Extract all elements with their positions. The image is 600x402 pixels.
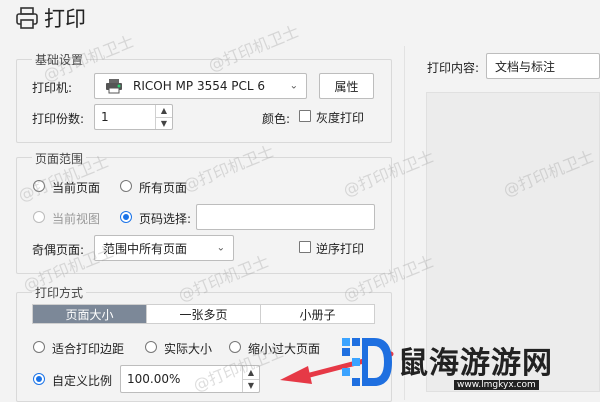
odd-even-value: 范围中所有页面 bbox=[103, 241, 188, 256]
current-page-label: 当前页面 bbox=[52, 181, 101, 195]
scale-up-icon[interactable]: ▲ bbox=[243, 366, 259, 379]
printer-device-icon bbox=[106, 79, 122, 94]
printer-icon bbox=[16, 7, 38, 29]
basic-settings-group bbox=[16, 59, 392, 143]
grayscale-checkbox[interactable] bbox=[299, 110, 311, 122]
custom-scale-label: 自定义比例 bbox=[52, 374, 113, 388]
copies-value: 1 bbox=[101, 110, 109, 124]
site-logo: 鼠海游游网 www.lmgkyx.com bbox=[340, 332, 600, 400]
copies-stepper[interactable]: 1 ▲ ▼ bbox=[94, 104, 173, 130]
copies-spin[interactable]: ▲ ▼ bbox=[155, 105, 172, 129]
odd-even-label: 奇偶页面: bbox=[32, 243, 85, 257]
odd-even-select[interactable]: 范围中所有页面 ⌄ bbox=[94, 235, 234, 261]
print-content-label: 打印内容: bbox=[427, 61, 480, 75]
all-pages-label: 所有页面 bbox=[139, 181, 188, 195]
logo-mark-icon bbox=[342, 338, 392, 386]
logo-url: www.lmgkyx.com bbox=[454, 380, 539, 390]
chevron-down-icon: ⌄ bbox=[289, 80, 298, 92]
all-pages-radio[interactable] bbox=[120, 180, 132, 192]
copies-down-icon[interactable]: ▼ bbox=[156, 116, 172, 130]
scale-stepper[interactable]: 100.00% ▲ ▼ bbox=[120, 365, 260, 393]
page-select-input[interactable] bbox=[196, 204, 375, 230]
current-view-label: 当前视图 bbox=[52, 212, 101, 226]
page-select-label: 页码选择: bbox=[139, 212, 192, 226]
copies-label: 打印份数: bbox=[32, 112, 85, 126]
current-view-radio[interactable] bbox=[33, 211, 45, 223]
print-mode-tabs: 页面大小 一张多页 小册子 bbox=[32, 304, 375, 324]
scale-down-icon[interactable]: ▼ bbox=[243, 378, 259, 393]
printer-select[interactable]: RICOH MP 3554 PCL 6 ⌄ bbox=[94, 73, 307, 99]
scale-value: 100.00% bbox=[127, 372, 181, 386]
print-content-select[interactable]: 文档与标注 bbox=[486, 53, 600, 79]
grayscale-label: 灰度打印 bbox=[316, 111, 365, 125]
current-page-radio[interactable] bbox=[33, 180, 45, 192]
printer-name: RICOH MP 3554 PCL 6 bbox=[133, 79, 266, 93]
logo-text: 鼠海游游网 bbox=[398, 346, 553, 381]
custom-scale-radio[interactable] bbox=[33, 373, 45, 385]
shrink-large-radio[interactable] bbox=[229, 341, 241, 353]
reverse-label: 逆序打印 bbox=[316, 242, 365, 256]
window-title: 打印 bbox=[44, 7, 86, 31]
tab-booklet[interactable]: 小册子 bbox=[260, 305, 374, 323]
scale-spin[interactable]: ▲ ▼ bbox=[242, 366, 259, 392]
copies-up-icon[interactable]: ▲ bbox=[156, 105, 172, 117]
basic-settings-legend: 基础设置 bbox=[32, 51, 87, 68]
actual-size-label: 实际大小 bbox=[164, 342, 213, 356]
printer-label: 打印机: bbox=[32, 81, 73, 95]
print-mode-legend: 打印方式 bbox=[32, 284, 87, 301]
tab-multi-page[interactable]: 一张多页 bbox=[146, 305, 260, 323]
print-content-value: 文档与标注 bbox=[495, 59, 556, 74]
fit-margins-radio[interactable] bbox=[33, 341, 45, 353]
properties-button[interactable]: 属性 bbox=[319, 73, 374, 99]
page-select-radio[interactable] bbox=[120, 211, 132, 223]
title-bar bbox=[0, 0, 600, 40]
tab-page-size[interactable]: 页面大小 bbox=[33, 305, 146, 323]
chevron-down-icon: ⌄ bbox=[216, 242, 225, 254]
reverse-checkbox[interactable] bbox=[299, 241, 311, 253]
page-range-legend: 页面范围 bbox=[32, 150, 87, 167]
actual-size-radio[interactable] bbox=[145, 341, 157, 353]
fit-margins-label: 适合打印边距 bbox=[52, 342, 125, 356]
color-label: 颜色: bbox=[262, 112, 291, 126]
